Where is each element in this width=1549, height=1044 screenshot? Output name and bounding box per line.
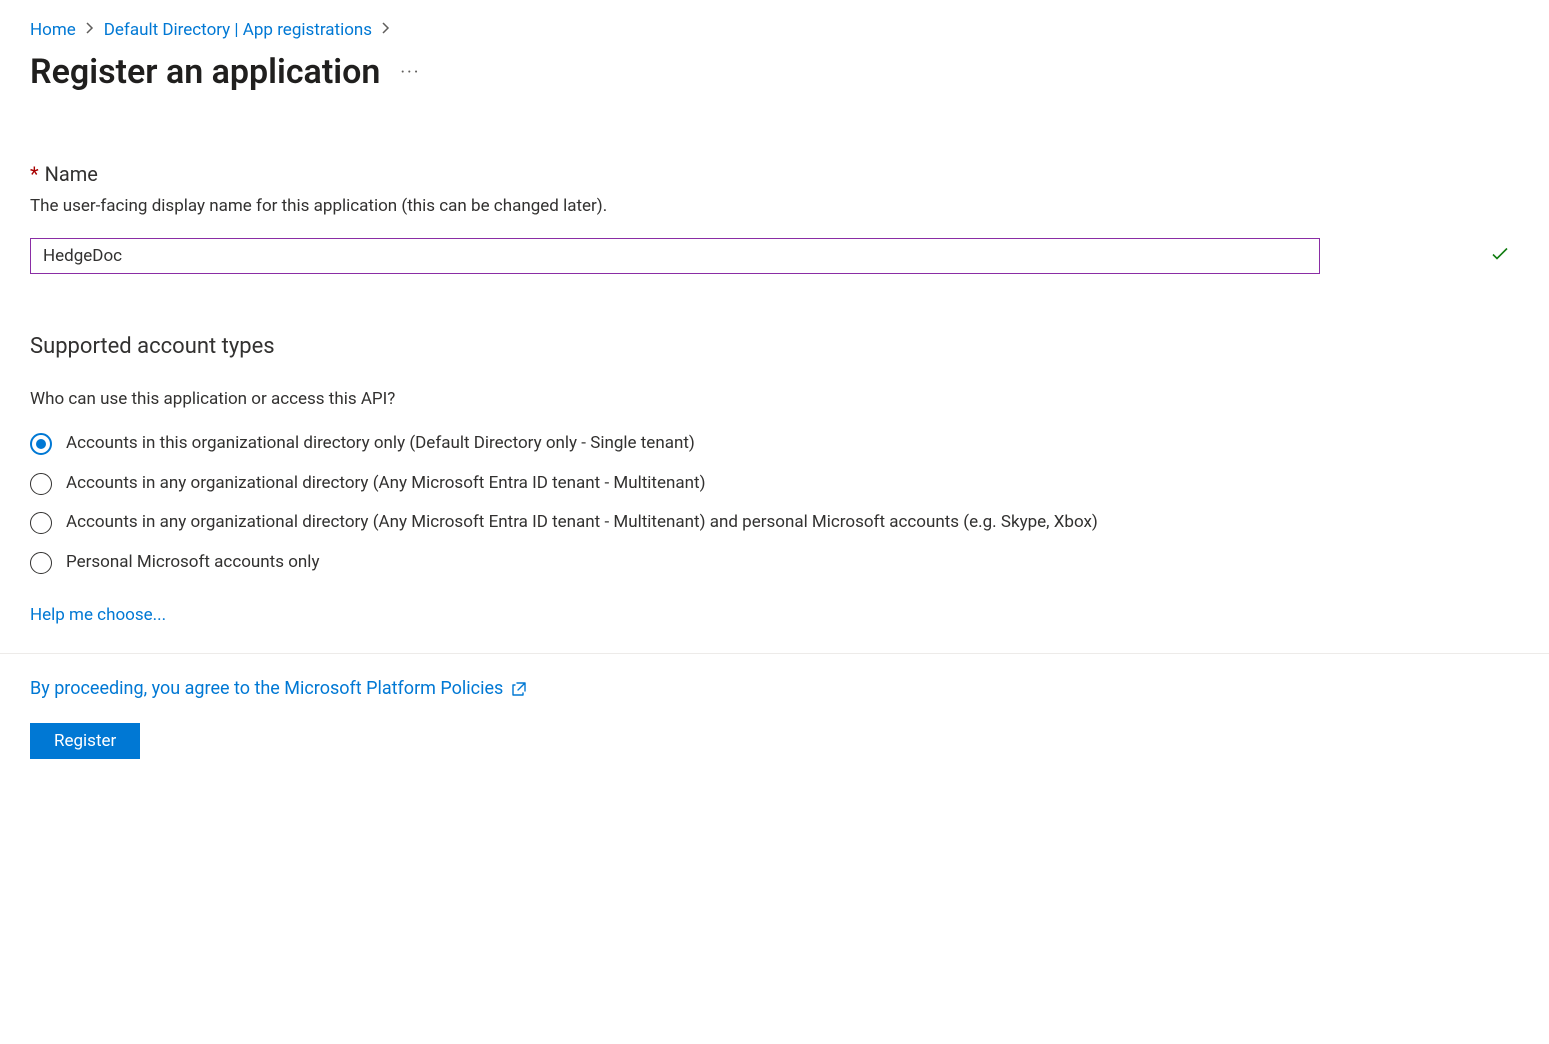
platform-policies-link[interactable]: By proceeding, you agree to the Microsof… <box>30 678 503 699</box>
checkmark-icon <box>1491 245 1509 267</box>
radio-label: Accounts in any organizational directory… <box>66 510 1098 536</box>
radio-icon <box>30 512 52 534</box>
page-title: Register an application <box>30 52 380 92</box>
radio-option-multitenant-personal[interactable]: Accounts in any organizational directory… <box>30 510 1320 536</box>
more-actions-button[interactable]: ··· <box>400 62 420 83</box>
breadcrumb-directory-link[interactable]: Default Directory | App registrations <box>104 20 372 40</box>
account-types-subtext: Who can use this application or access t… <box>30 389 1519 409</box>
chevron-right-icon <box>382 22 390 38</box>
radio-label: Personal Microsoft accounts only <box>66 550 319 576</box>
breadcrumb: Home Default Directory | App registratio… <box>30 20 1519 40</box>
radio-option-single-tenant[interactable]: Accounts in this organizational director… <box>30 431 1320 457</box>
radio-icon <box>30 552 52 574</box>
name-label-text: Name <box>45 162 98 186</box>
radio-option-personal-only[interactable]: Personal Microsoft accounts only <box>30 550 1320 576</box>
radio-icon <box>30 473 52 495</box>
name-help-text: The user-facing display name for this ap… <box>30 196 1519 216</box>
account-types-heading: Supported account types <box>30 334 1519 359</box>
divider <box>0 653 1549 654</box>
chevron-right-icon <box>86 22 94 38</box>
radio-icon <box>30 433 52 455</box>
radio-label: Accounts in this organizational director… <box>66 431 695 457</box>
external-link-icon <box>511 681 527 697</box>
account-types-radio-group: Accounts in this organizational director… <box>30 431 1320 575</box>
radio-option-multitenant[interactable]: Accounts in any organizational directory… <box>30 471 1320 497</box>
breadcrumb-home-link[interactable]: Home <box>30 20 76 40</box>
radio-label: Accounts in any organizational directory… <box>66 471 706 497</box>
name-label: *Name <box>30 162 1519 186</box>
help-me-choose-link[interactable]: Help me choose... <box>30 605 166 625</box>
app-name-input[interactable] <box>30 238 1320 274</box>
required-star-icon: * <box>30 162 39 186</box>
register-button[interactable]: Register <box>30 723 140 759</box>
